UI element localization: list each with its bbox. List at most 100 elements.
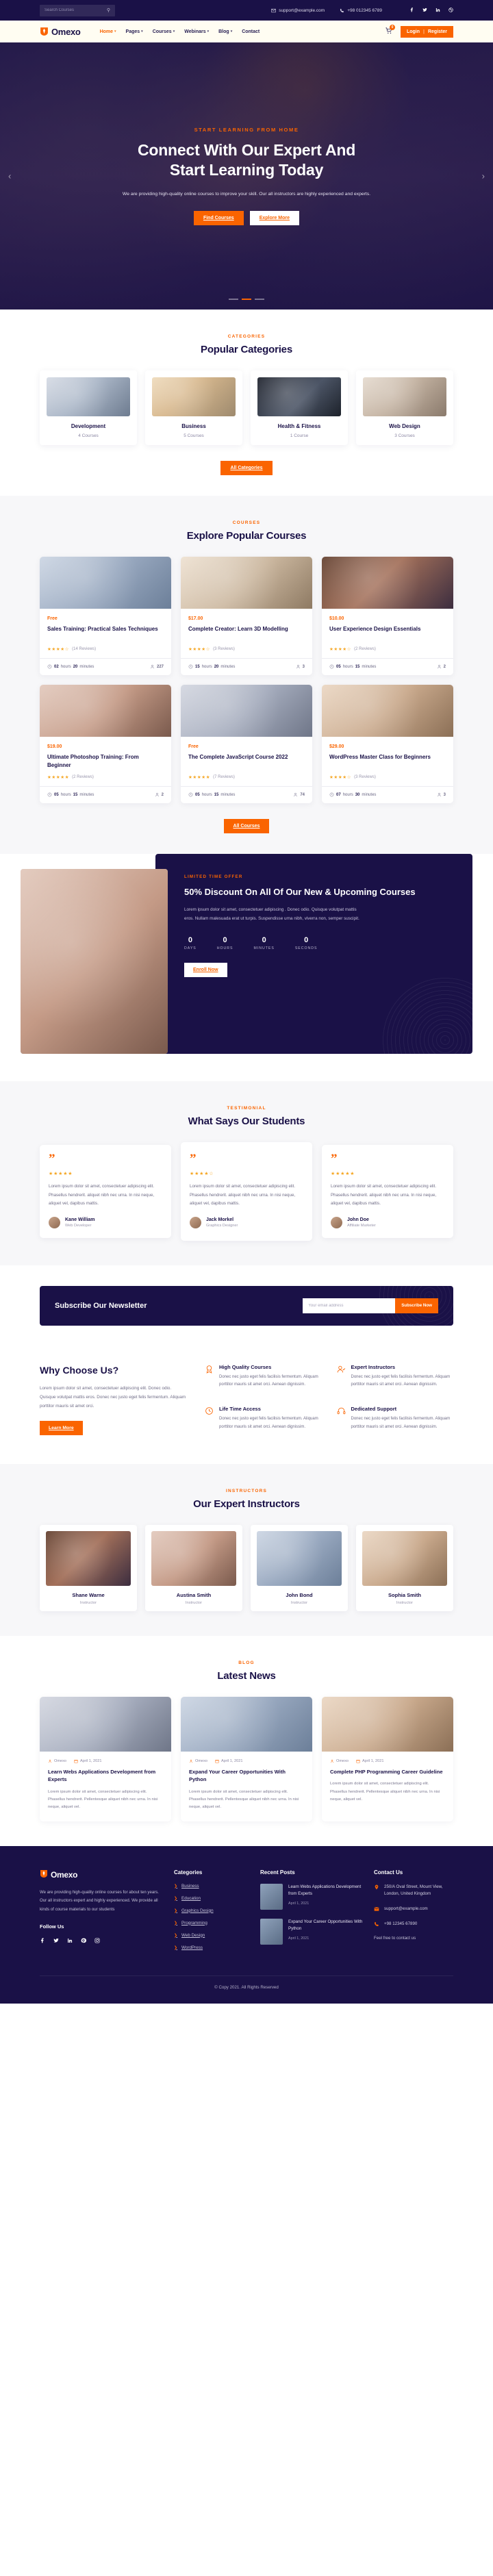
all-categories-button[interactable]: All Categories: [220, 461, 273, 475]
testimonial-stars: ★★★★☆: [190, 1172, 214, 1177]
cart-button[interactable]: 0: [385, 24, 395, 36]
blog-card[interactable]: Omexo April 1, 2021 Expand Your Career Opp…: [181, 1697, 312, 1821]
linkedin-icon[interactable]: [67, 1937, 73, 1945]
blog-image: [322, 1697, 453, 1752]
search-input[interactable]: [45, 8, 99, 12]
facebook-icon[interactable]: [40, 1937, 45, 1945]
category-card[interactable]: Development 4 Courses: [40, 370, 137, 445]
search-box[interactable]: ⚲: [40, 4, 115, 16]
countdown-days: 0 DAYS: [184, 936, 197, 950]
nav-item-home[interactable]: Home ▾: [100, 29, 116, 34]
footer-post-date: April 1, 2021: [288, 1936, 309, 1941]
blog-card[interactable]: Omexo April 1, 2021 Learn Webs Application…: [40, 1697, 171, 1821]
facebook-icon[interactable]: [409, 7, 414, 14]
footer-category-link[interactable]: ❯ Graphics Design: [174, 1908, 249, 1913]
promo-text: Lorem ipsum dolor sit amet, consectetuer…: [184, 907, 359, 922]
nav-item-pages[interactable]: Pages ▾: [126, 29, 143, 34]
footer-recent-post[interactable]: Expand Your Career Opportunities With Py…: [260, 1918, 363, 1945]
course-card[interactable]: $29.00 WordPress Master Class for Beginne…: [322, 685, 453, 803]
hero-pagination-dots[interactable]: [229, 299, 264, 300]
linkedin-icon[interactable]: [435, 8, 440, 14]
twitter-icon[interactable]: [422, 8, 427, 14]
twitter-icon[interactable]: [53, 1937, 59, 1945]
category-card[interactable]: Health & Fitness 1 Course: [251, 370, 348, 445]
category-count: 4 Courses: [78, 433, 99, 438]
course-duration: 05 hours 15 minutes: [47, 792, 94, 797]
footer-email[interactable]: support@example.com: [374, 1906, 453, 1913]
course-card[interactable]: $19.00 Ultimate Photoshop Training: From …: [40, 685, 171, 803]
course-minutes-label: minutes: [79, 664, 94, 669]
hero-dot-3[interactable]: [255, 299, 264, 300]
all-courses-button[interactable]: All Courses: [223, 819, 270, 833]
footer-phone[interactable]: +98 12345 67890: [374, 1921, 453, 1928]
feature-name: Expert Instructors: [351, 1363, 396, 1370]
login-button[interactable]: Login: [407, 29, 420, 34]
find-courses-button[interactable]: Find Courses: [193, 211, 244, 226]
blog-card[interactable]: Omexo April 1, 2021 Complete PHP Programmi…: [322, 1697, 453, 1821]
testimonial-author: John Doe Affiliate Marketer: [331, 1216, 444, 1228]
courses-kicker: COURSES: [232, 520, 261, 525]
hero-dot-1[interactable]: [229, 299, 238, 300]
phone-link[interactable]: +98 012345 6789: [340, 8, 382, 13]
learn-more-button[interactable]: Learn More: [40, 1421, 83, 1436]
course-minutes: 15: [214, 792, 219, 797]
footer-category-link[interactable]: ❯ Programming: [174, 1921, 249, 1925]
instructor-card[interactable]: Austina Smith Instructor: [145, 1525, 242, 1612]
instructor-card[interactable]: John Bond Instructor: [251, 1525, 348, 1612]
footer-contact-note: Feel free to contact us: [374, 1935, 416, 1941]
course-students-count: 74: [300, 792, 305, 797]
instructor-card[interactable]: Shane Warne Instructor: [40, 1525, 137, 1612]
blog-author: Omexo: [48, 1759, 66, 1763]
dribbble-icon[interactable]: [448, 7, 453, 14]
instagram-icon[interactable]: [94, 1937, 100, 1945]
feature-name: Life Time Access: [219, 1405, 261, 1412]
hero-next-arrow[interactable]: ›: [482, 171, 485, 181]
footer-category-link[interactable]: ❯ Education: [174, 1896, 249, 1901]
pinterest-icon[interactable]: [81, 1937, 87, 1945]
instructor-card[interactable]: Sophia Smith Instructor: [356, 1525, 453, 1612]
page-root: ⚲ support@example.com +98 012345 6789: [0, 0, 493, 2004]
footer-category-link[interactable]: ❯ Web Design: [174, 1933, 249, 1938]
newsletter-email-input[interactable]: [303, 1298, 396, 1313]
course-card[interactable]: Free The Complete JavaScript Course 2022 ★…: [181, 685, 312, 803]
chevron-right-icon: ❯: [174, 1884, 178, 1889]
category-image: [363, 377, 446, 416]
nav-label: Pages: [125, 29, 140, 34]
footer-recent-post[interactable]: Learn Webs Applications Development from…: [260, 1883, 363, 1910]
courses-title: Explore Popular Courses: [186, 530, 307, 542]
category-image: [152, 377, 236, 416]
enroll-now-button[interactable]: Enroll Now: [184, 962, 227, 977]
footer-category-link[interactable]: ❯ WordPress: [174, 1945, 249, 1950]
hero-prev-arrow[interactable]: ‹: [8, 171, 11, 181]
course-card[interactable]: Free Sales Training: Practical Sales Tech…: [40, 557, 171, 675]
nav-item-contact[interactable]: Contact: [242, 29, 260, 34]
email-link[interactable]: support@example.com: [271, 8, 325, 13]
footer-category-link[interactable]: ❯ Business: [174, 1884, 249, 1889]
footer-brand[interactable]: Omexo: [40, 1869, 163, 1880]
brand-logo[interactable]: Omexo: [40, 27, 81, 37]
auth-buttons[interactable]: Login | Register: [400, 25, 453, 38]
subscribe-button[interactable]: Subscribe Now: [395, 1298, 438, 1313]
nav-item-courses[interactable]: Courses ▾: [153, 29, 175, 34]
hero-dot-2[interactable]: [242, 299, 251, 300]
feature-text: Donec nec justo eget felis facilisis fer…: [351, 1416, 451, 1429]
main-navigation: Omexo Home ▾ Pages ▾ Courses ▾ Webinars ▾ Bl…: [0, 21, 493, 42]
search-icon[interactable]: ⚲: [107, 8, 110, 13]
rating-stars: ★★★★☆: [188, 647, 211, 652]
course-card[interactable]: $17.00 Complete Creator: Learn 3D Modelli…: [181, 557, 312, 675]
feature-item: Life Time Access Donec nec justo eget fe…: [205, 1406, 322, 1435]
blog-title: Latest News: [217, 1670, 276, 1682]
footer-post-title: Expand Your Career Opportunities With Py…: [288, 1919, 363, 1932]
explore-more-button[interactable]: Explore More: [249, 211, 300, 226]
promo-image: [21, 869, 168, 1054]
category-card[interactable]: Business 5 Courses: [145, 370, 242, 445]
register-button[interactable]: Register: [428, 29, 447, 34]
auth-separator: |: [423, 29, 425, 34]
course-card[interactable]: $10.00 User Experience Design Essentials ★…: [322, 557, 453, 675]
cart-count-badge: 0: [389, 24, 395, 30]
course-hours: 05: [54, 792, 59, 797]
nav-item-webinars[interactable]: Webinars ▾: [184, 29, 209, 34]
nav-item-blog[interactable]: Blog ▾: [218, 29, 232, 34]
rating-stars: ★★★★☆: [329, 647, 352, 652]
category-card[interactable]: Web Design 3 Courses: [356, 370, 453, 445]
